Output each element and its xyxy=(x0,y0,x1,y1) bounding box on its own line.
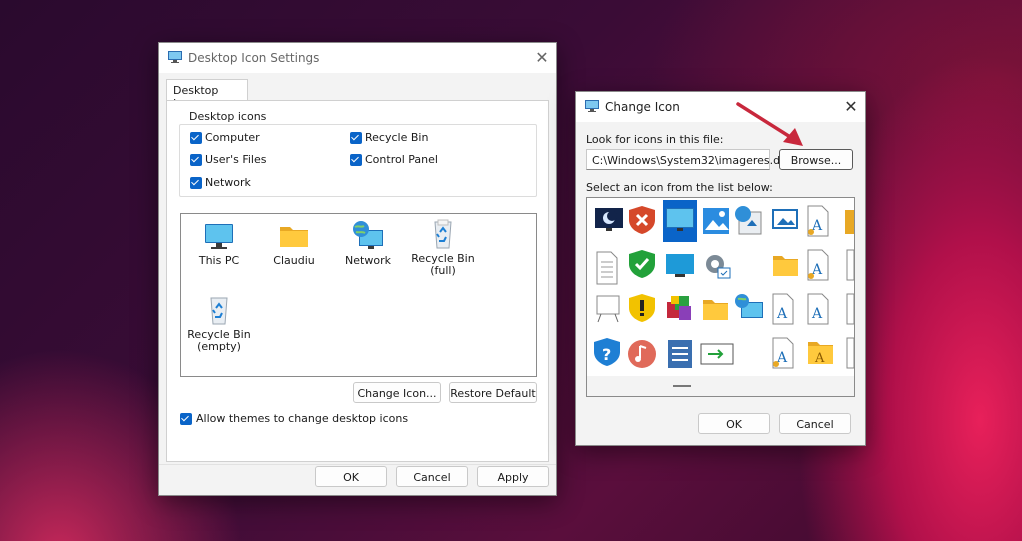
svg-text:A: A xyxy=(776,306,788,322)
icon-user-folder[interactable]: Claudiu xyxy=(253,220,335,267)
network-globe-icon xyxy=(353,221,383,249)
font-file-icon[interactable]: A xyxy=(772,293,794,325)
folder-icon xyxy=(280,227,308,247)
shield-x-icon[interactable] xyxy=(629,206,655,234)
svg-text:?: ? xyxy=(602,345,611,364)
ok-button[interactable]: OK xyxy=(315,466,387,487)
recycle-bin-empty-icon xyxy=(210,297,228,325)
control-panel-checkbox[interactable] xyxy=(350,154,362,166)
partial-icon xyxy=(846,293,854,325)
recycle-bin-checkbox-label[interactable]: Recycle Bin xyxy=(365,131,428,144)
icon-caption: Network xyxy=(345,254,391,267)
close-icon[interactable]: ✕ xyxy=(529,46,555,70)
allow-themes-checkbox[interactable] xyxy=(180,413,192,425)
svg-text:A: A xyxy=(811,306,823,322)
partial-icon xyxy=(846,249,854,281)
select-icon-label: Select an icon from the list below: xyxy=(586,181,773,194)
monitor-blue-icon[interactable] xyxy=(666,254,694,277)
apply-button[interactable]: Apply xyxy=(477,466,549,487)
desktop-icon-settings-window: Desktop Icon Settings ✕ Desktop Icons De… xyxy=(158,42,557,496)
folder-icon[interactable] xyxy=(703,300,728,320)
folder-icon[interactable] xyxy=(773,256,798,276)
arrow-monitor-icon[interactable] xyxy=(700,343,734,365)
icon-list[interactable]: This PC Claudiu Network Recycle Bin (ful… xyxy=(180,213,537,377)
footer-divider xyxy=(159,464,556,465)
cancel-button[interactable]: Cancel xyxy=(779,413,851,434)
icon-recycle-bin-empty[interactable]: Recycle Bin (empty) xyxy=(178,294,260,353)
control-panel-checkbox-label[interactable]: Control Panel xyxy=(365,153,438,166)
icon-caption: This PC xyxy=(198,254,240,267)
recycle-bin-checkbox[interactable] xyxy=(350,132,362,144)
horizontal-scrollbar[interactable] xyxy=(587,376,854,396)
svg-text:A: A xyxy=(814,351,825,366)
network-checkbox-label[interactable]: Network xyxy=(205,176,251,189)
globe-monitor-icon[interactable] xyxy=(735,294,763,318)
gear-monitor-icon[interactable] xyxy=(706,255,731,279)
look-for-label: Look for icons in this file: xyxy=(586,133,724,146)
list-document-icon[interactable] xyxy=(668,340,692,368)
icon-grid[interactable]: A A A A ? A A xyxy=(586,197,855,397)
title-bar[interactable]: Desktop Icon Settings ✕ xyxy=(159,43,556,73)
icon-caption: Recycle Bin (full) xyxy=(411,252,475,277)
scrollbar-thumb[interactable] xyxy=(673,385,691,387)
shield-check-icon[interactable] xyxy=(629,250,655,278)
monitor-moon-icon[interactable] xyxy=(595,208,623,231)
icon-this-pc[interactable]: This PC xyxy=(178,220,260,267)
window-title: Desktop Icon Settings xyxy=(188,51,320,65)
network-checkbox[interactable] xyxy=(190,177,202,189)
recycle-bin-full-icon xyxy=(434,219,452,249)
close-icon[interactable]: ✕ xyxy=(838,95,864,119)
picture-icon[interactable] xyxy=(703,208,729,234)
computer-checkbox-label[interactable]: Computer xyxy=(205,131,260,144)
window-title: Change Icon xyxy=(605,100,680,114)
allow-themes-label[interactable]: Allow themes to change desktop icons xyxy=(196,412,408,425)
icon-network[interactable]: Network xyxy=(327,220,409,267)
tab-desktop-icons[interactable]: Desktop Icons xyxy=(166,79,248,110)
font-file-icon[interactable]: A xyxy=(807,249,829,281)
font-file-icon[interactable]: A xyxy=(807,205,829,237)
monitor-icon xyxy=(205,224,233,249)
picture-frame-icon[interactable] xyxy=(772,209,798,229)
picture-globe-icon[interactable] xyxy=(735,206,762,235)
icon-grid-canvas: A A A A ? A A xyxy=(587,200,854,396)
partial-icon xyxy=(846,337,854,369)
icon-recycle-bin-full[interactable]: Recycle Bin (full) xyxy=(402,218,484,277)
group-label: Desktop icons xyxy=(186,110,270,123)
computer-checkbox[interactable] xyxy=(190,132,202,144)
desktop-settings-icon xyxy=(168,51,182,63)
packages-icon[interactable] xyxy=(667,296,691,320)
cancel-button[interactable]: Cancel xyxy=(396,466,468,487)
icon-caption: Recycle Bin (empty) xyxy=(187,328,251,353)
restore-default-button[interactable]: Restore Default xyxy=(449,382,537,403)
change-icon-button[interactable]: Change Icon... xyxy=(353,382,441,403)
change-icon-window: Change Icon ✕ Look for icons in this fil… xyxy=(575,91,866,446)
title-bar[interactable]: Change Icon ✕ xyxy=(576,92,865,122)
ok-button[interactable]: OK xyxy=(698,413,770,434)
users-files-checkbox[interactable] xyxy=(190,154,202,166)
partial-icon xyxy=(845,210,854,234)
folder-font-icon[interactable]: A xyxy=(808,342,833,366)
shield-warning-icon[interactable] xyxy=(629,294,655,322)
annotation-arrow-icon xyxy=(736,102,803,146)
font-file-icon[interactable]: A xyxy=(807,293,829,325)
shield-help-icon[interactable]: ? xyxy=(594,338,620,366)
music-icon[interactable] xyxy=(628,340,656,368)
monitor-selected-icon[interactable] xyxy=(666,208,694,231)
document-icon[interactable] xyxy=(596,251,618,285)
icon-caption: Claudiu xyxy=(273,254,315,267)
desktop-settings-icon xyxy=(585,100,599,112)
users-files-checkbox-label[interactable]: User's Files xyxy=(205,153,266,166)
font-file-icon[interactable]: A xyxy=(772,337,794,369)
whiteboard-icon[interactable] xyxy=(596,295,620,323)
